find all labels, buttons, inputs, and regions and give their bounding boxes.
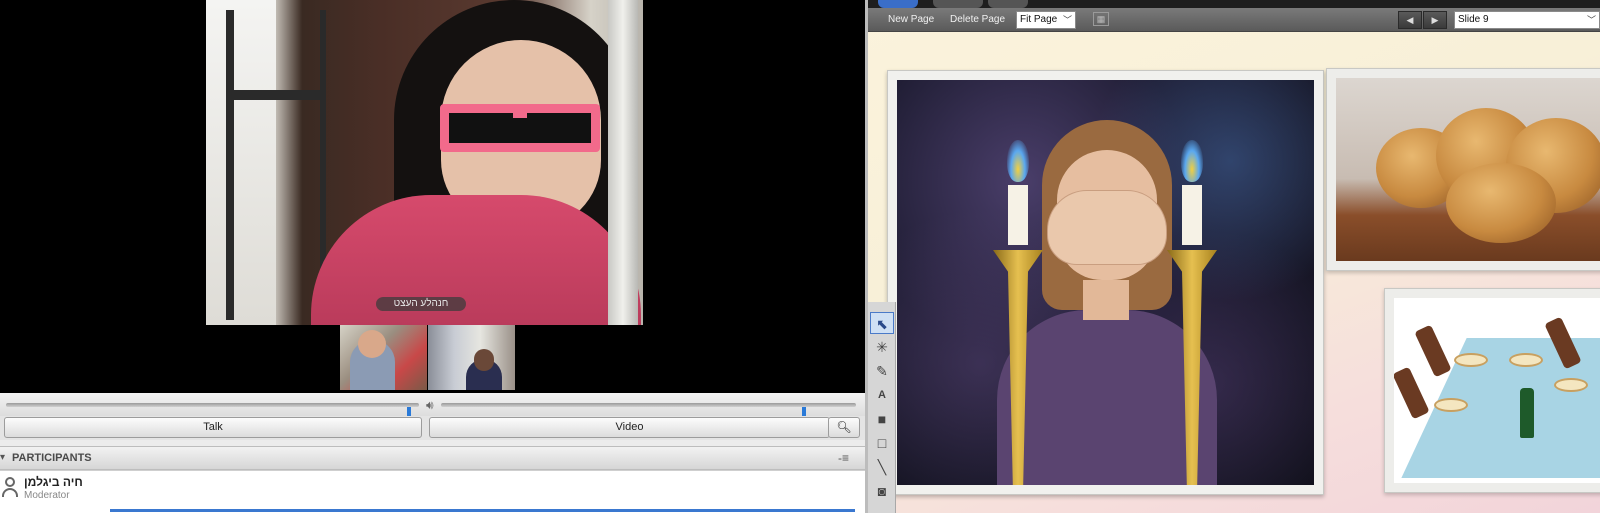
- pencil-icon: ✎: [876, 363, 888, 379]
- chair: [1414, 324, 1452, 378]
- grid-icon[interactable]: ▦: [1093, 12, 1109, 26]
- video-area: חנהלע העצט: [0, 0, 865, 390]
- bunk-bed: [226, 10, 326, 320]
- chevron-down-icon: ﹀: [1586, 15, 1596, 25]
- audio-level-bar: 🔊︎: [0, 393, 865, 423]
- new-page-button[interactable]: New Page: [888, 14, 934, 25]
- drawing-tools-panel: ⬉ ✳ ✎ A ■ □ ╲ ◙: [868, 302, 896, 513]
- slide-select[interactable]: Slide 9 ﹀: [1454, 11, 1600, 29]
- next-slide-button[interactable]: ▶: [1423, 11, 1447, 29]
- prev-arrow-icon: ◀: [1406, 15, 1414, 25]
- plate: [1434, 398, 1468, 412]
- pencil-tool[interactable]: ✎: [870, 360, 894, 382]
- challah-photo: [1336, 78, 1600, 261]
- selection-highlight: [110, 509, 855, 512]
- list-menu-icon[interactable]: -≡: [838, 451, 849, 465]
- plate: [1554, 378, 1588, 392]
- tab-active[interactable]: [878, 0, 918, 8]
- left-pane: חנהלע העצט 🔊︎ Talk Video 🔍︎ ▾ PARTICIPAN…: [0, 0, 865, 513]
- select-tool[interactable]: ⬉: [870, 312, 894, 334]
- participants-title: PARTICIPANTS: [12, 452, 92, 464]
- participant-role: Moderator: [24, 490, 70, 501]
- challah-braid: [1446, 163, 1556, 243]
- video-thumbnail[interactable]: [428, 325, 515, 390]
- delete-page-button[interactable]: Delete Page: [950, 14, 1005, 25]
- chevron-down-icon: ﹀: [1062, 15, 1072, 25]
- thumbnail-head: [358, 330, 386, 358]
- video-button[interactable]: Video: [429, 417, 830, 438]
- tab[interactable]: [988, 0, 1028, 8]
- flame-right: [1181, 140, 1203, 182]
- prev-slide-button[interactable]: ◀: [1398, 11, 1422, 29]
- slide-image-table[interactable]: [1384, 288, 1600, 493]
- talk-button[interactable]: Talk: [4, 417, 422, 438]
- meeting-app: חנהלע העצט 🔊︎ Talk Video 🔍︎ ▾ PARTICIPAN…: [0, 0, 1600, 513]
- candle-right: [1182, 185, 1202, 245]
- media-button-row: Talk Video 🔍︎: [0, 416, 865, 440]
- fill-tool[interactable]: ■: [870, 408, 894, 430]
- video-options-button[interactable]: 🔍︎: [828, 417, 860, 438]
- zoom-value: Fit Page: [1020, 14, 1058, 25]
- wine-bottle: [1520, 388, 1534, 438]
- tab-strip: [868, 0, 1600, 8]
- candle-lighting-illustration: [897, 80, 1314, 485]
- line-tool[interactable]: ╲: [870, 456, 894, 478]
- plate: [1454, 353, 1488, 367]
- slide-image-challah[interactable]: [1326, 68, 1600, 271]
- arrow-pointer-icon: ⬉: [876, 316, 888, 332]
- speaker-volume-slider[interactable]: [441, 403, 856, 423]
- video-thumbnail[interactable]: [340, 325, 427, 390]
- slide-image-candles[interactable]: [887, 70, 1324, 495]
- thumbnail-head: [474, 349, 494, 371]
- speaker-icon: 🔊︎: [426, 398, 434, 412]
- participants-list: חיה ביגלמן Moderator: [0, 470, 865, 513]
- text-tool[interactable]: A: [870, 384, 894, 406]
- collapse-arrow-icon[interactable]: ▾: [0, 452, 5, 463]
- laser-icon: ✳: [876, 339, 888, 355]
- participants-header[interactable]: ▾ PARTICIPANTS -≡: [0, 446, 865, 470]
- participant-name: חיה ביגלמן: [24, 475, 83, 489]
- rectangle-tool[interactable]: □: [870, 432, 894, 454]
- pixel-sunglasses: [440, 104, 600, 152]
- slide-value: Slide 9: [1458, 14, 1489, 25]
- tab[interactable]: [933, 0, 983, 8]
- whiteboard-toolbar: New Page Delete Page Fit Page ﹀ ▦ ◀ ▶ Sl…: [868, 8, 1600, 32]
- camera-name-label: חנהלע העצט: [376, 297, 466, 311]
- chair: [1394, 366, 1430, 420]
- candle-left: [1008, 185, 1028, 245]
- zoom-select[interactable]: Fit Page ﹀: [1016, 11, 1076, 29]
- whiteboard-pane: New Page Delete Page Fit Page ﹀ ▦ ◀ ▶ Sl…: [868, 0, 1600, 513]
- door-frame: [608, 0, 638, 325]
- microphone-volume-slider[interactable]: [6, 403, 419, 423]
- plate: [1509, 353, 1543, 367]
- main-video-feed[interactable]: חנהלע העצט: [206, 0, 643, 325]
- fill-icon: ■: [877, 411, 887, 427]
- laser-pointer-tool[interactable]: ✳: [870, 336, 894, 358]
- magnifier-video-icon: 🔍︎: [836, 420, 852, 434]
- rectangle-icon: □: [877, 435, 887, 451]
- next-arrow-icon: ▶: [1431, 15, 1439, 25]
- camera-icon: ◙: [877, 483, 887, 499]
- shabbat-table-drawing: [1394, 298, 1600, 483]
- illustration-hands: [1047, 190, 1167, 265]
- flame-left: [1007, 140, 1029, 182]
- text-icon: A: [878, 389, 886, 401]
- snapshot-tool[interactable]: ◙: [870, 480, 894, 502]
- line-icon: ╲: [877, 459, 887, 475]
- participants-panel: ▾ PARTICIPANTS -≡ חיה ביגלמן Moderator: [0, 440, 865, 513]
- user-icon: [2, 477, 18, 499]
